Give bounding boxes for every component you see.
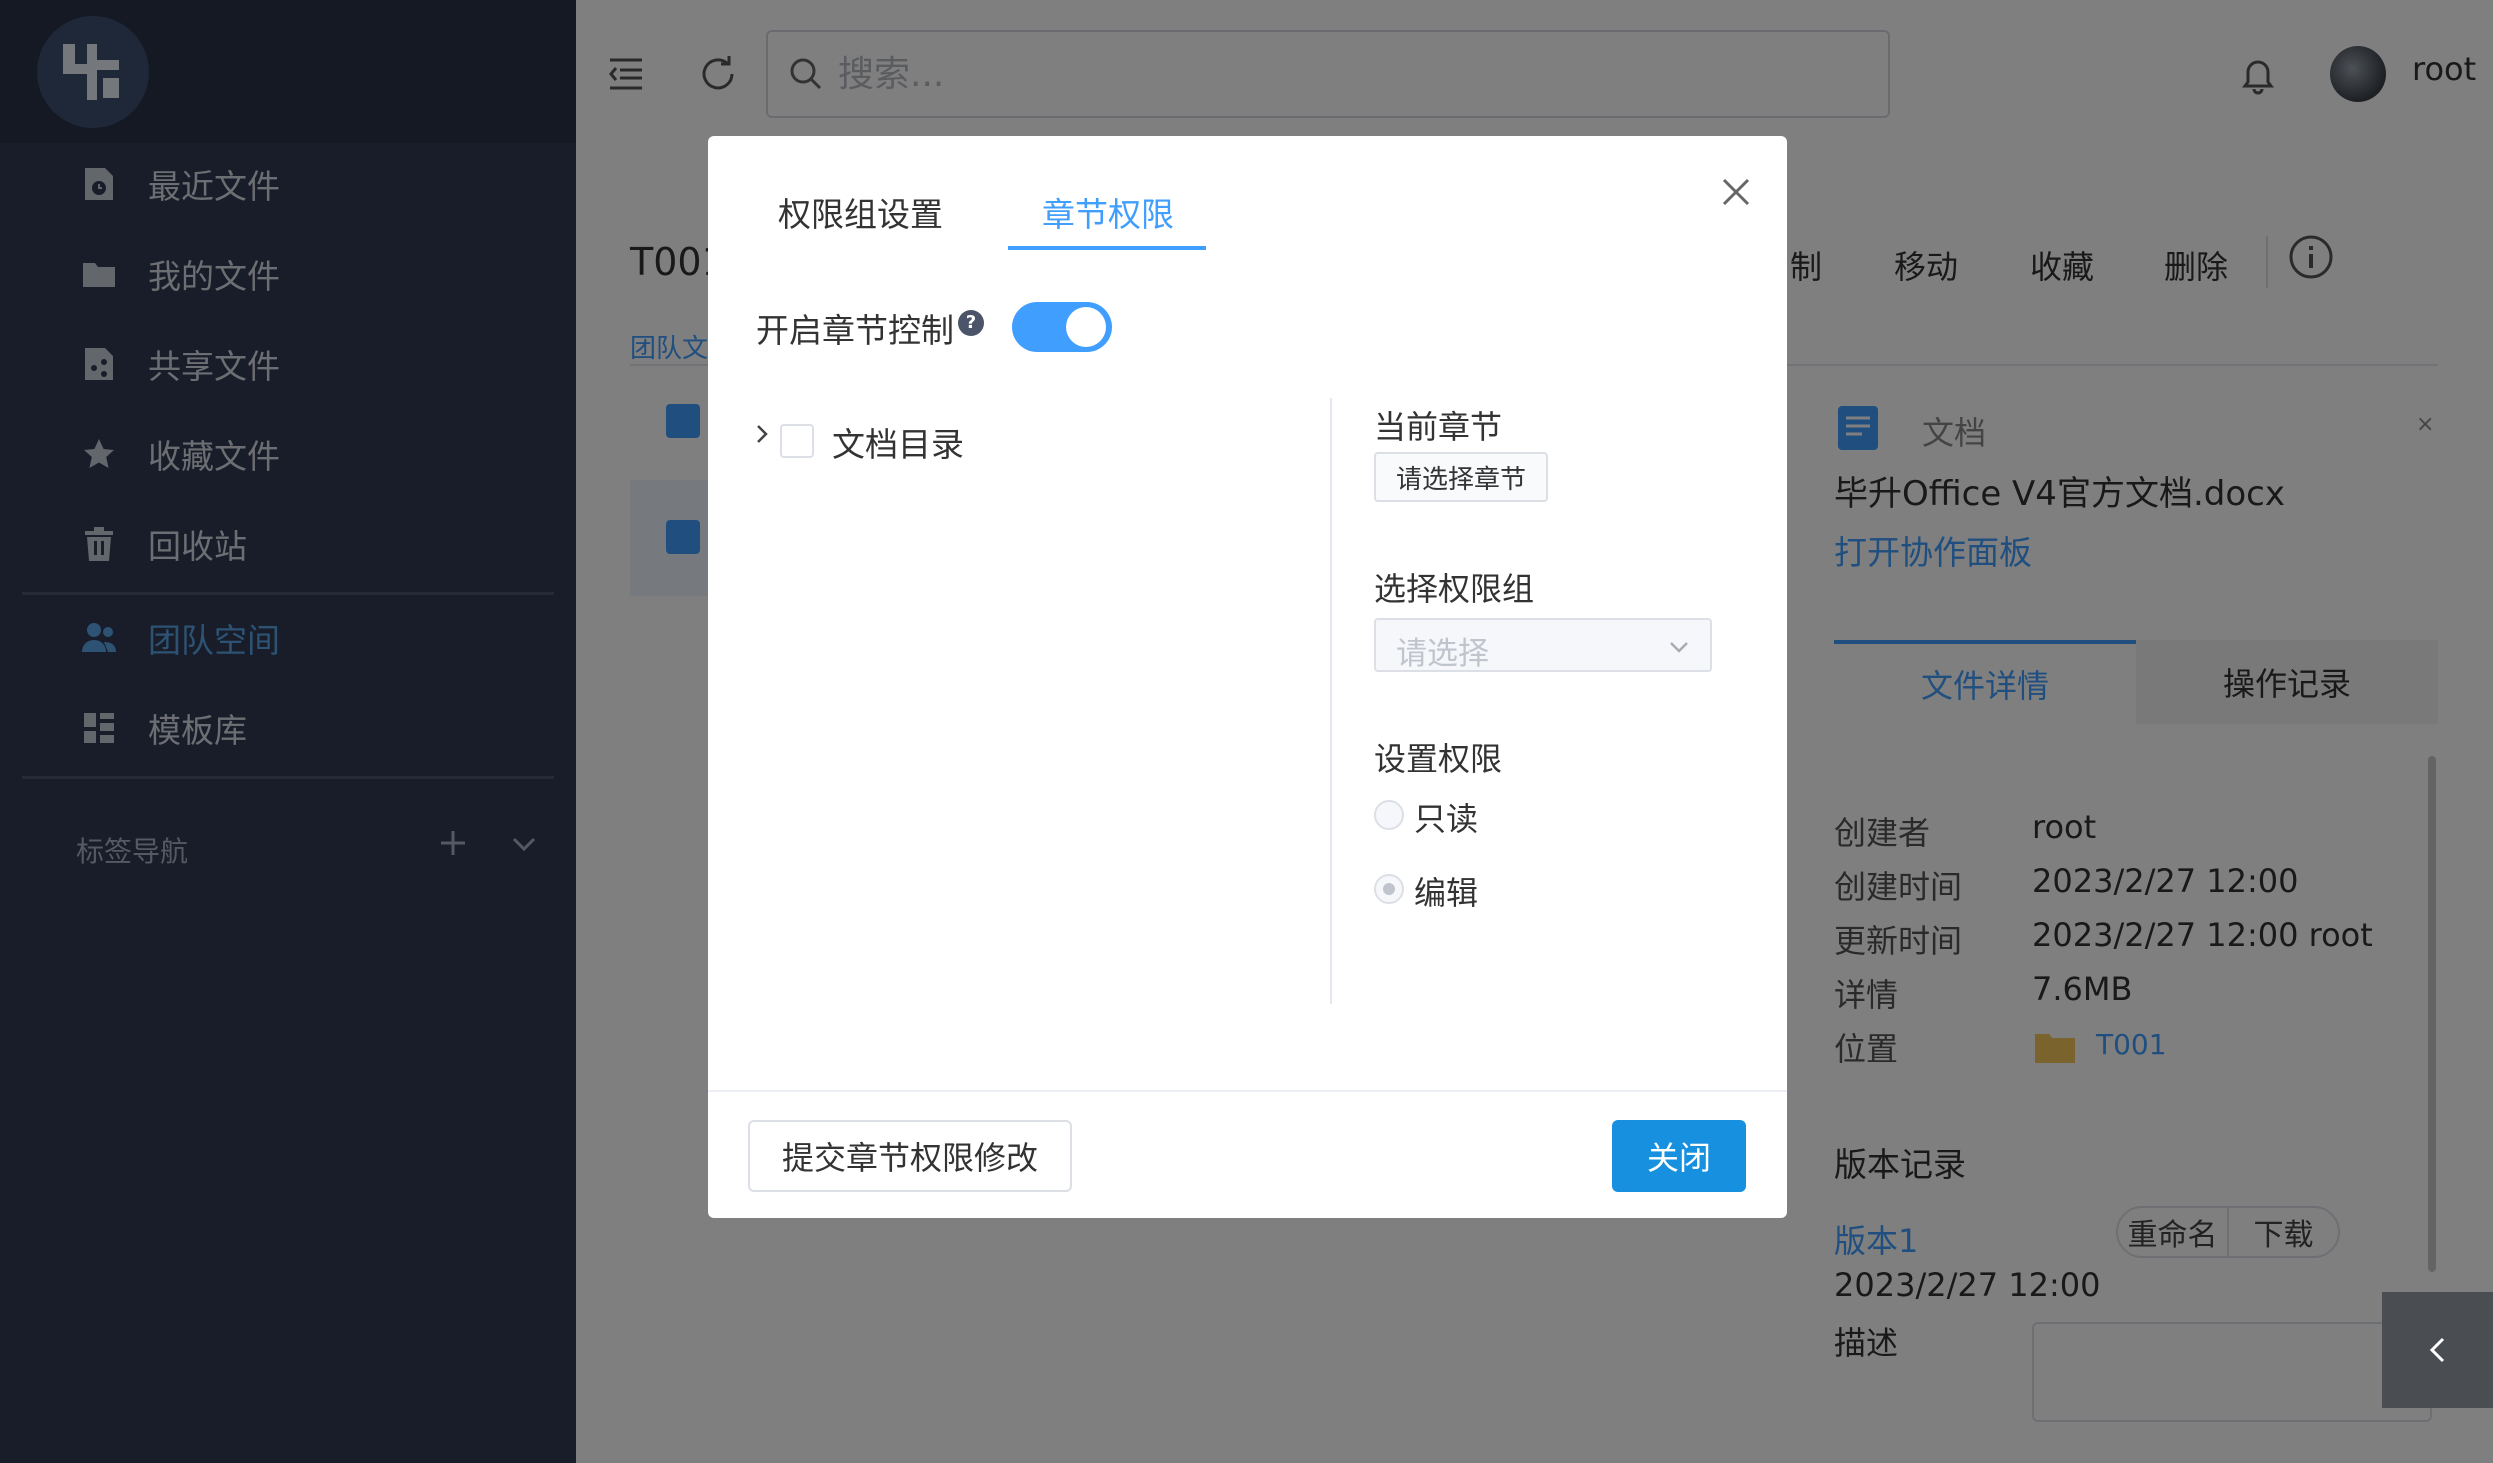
close-icon[interactable] (1716, 172, 1756, 212)
current-chapter-label: 当前章节 (1374, 408, 1503, 446)
toggle-knob (1066, 307, 1106, 347)
tree-node-label[interactable]: 文档目录 (832, 418, 964, 466)
permission-group-label: 选择权限组 (1374, 570, 1535, 608)
tab-chapter-permission[interactable]: 章节权限 (1042, 188, 1174, 236)
help-icon[interactable]: ? (958, 310, 984, 336)
radio-edit-label[interactable]: 编辑 (1414, 868, 1478, 914)
radio-readonly[interactable] (1374, 800, 1404, 830)
tree-node-checkbox[interactable] (780, 424, 814, 458)
permission-group-select[interactable]: 请选择 (1374, 618, 1712, 672)
chapter-placeholder-tag: 请选择章节 (1374, 452, 1548, 502)
chapter-control-toggle[interactable] (1012, 302, 1112, 352)
chapter-control-label: 开启章节控制 (756, 311, 954, 350)
chevron-down-icon (1670, 642, 1688, 653)
chapter-permission-dialog: 权限组设置 章节权限 开启章节控制 ? 文档目录 当前章节 请选择章节 选择权限… (708, 136, 1787, 1218)
active-tab-underline (1008, 246, 1206, 250)
close-button[interactable]: 关闭 (1612, 1120, 1746, 1192)
chevron-right-icon[interactable] (750, 422, 774, 446)
dialog-footer-divider (708, 1090, 1787, 1092)
collapse-panel-button[interactable] (2382, 1292, 2493, 1408)
radio-edit[interactable] (1374, 874, 1404, 904)
tab-permission-group-settings[interactable]: 权限组设置 (778, 188, 943, 236)
chevron-left-icon (2429, 1337, 2445, 1363)
radio-readonly-label[interactable]: 只读 (1414, 794, 1478, 840)
submit-chapter-permission-button[interactable]: 提交章节权限修改 (748, 1120, 1072, 1192)
select-placeholder: 请选择 (1396, 636, 1489, 672)
panel-divider (1330, 398, 1332, 1004)
set-permission-label: 设置权限 (1374, 740, 1503, 778)
